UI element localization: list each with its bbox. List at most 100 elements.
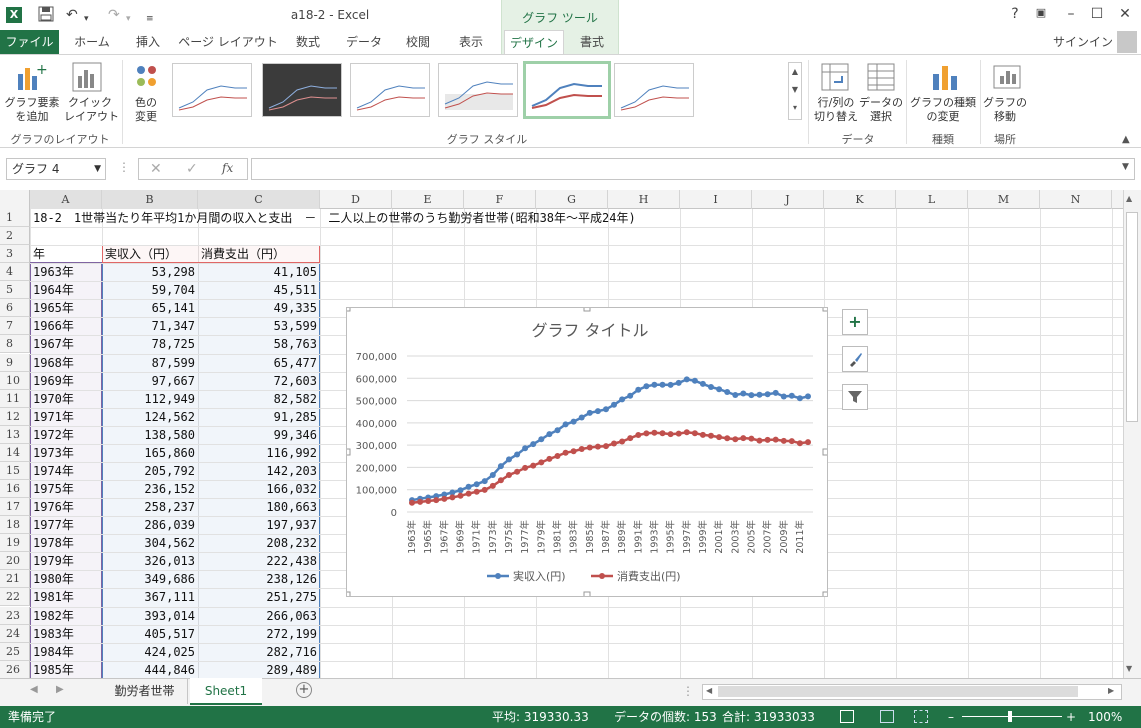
switch-rowcol-button[interactable]: 行/列の 切り替え <box>812 96 860 124</box>
add-sheet-icon[interactable]: + <box>296 682 312 698</box>
cell[interactable]: 59,704 <box>102 281 198 299</box>
cell[interactable]: 1963年 <box>30 263 102 281</box>
formula-input[interactable] <box>251 158 1135 180</box>
row-header[interactable]: 22 <box>0 588 30 607</box>
cell[interactable]: 1973年 <box>30 444 102 462</box>
col-header[interactable]: M <box>968 190 1040 209</box>
zoom-out-icon[interactable]: – <box>948 706 954 728</box>
row-header[interactable]: 3 <box>0 245 30 264</box>
col-header[interactable]: K <box>824 190 896 209</box>
tab-data[interactable]: データ <box>338 30 390 54</box>
col-header[interactable]: C <box>198 190 320 209</box>
col-header[interactable]: D <box>320 190 392 209</box>
undo-dropdown-icon[interactable]: ▾ <box>84 10 89 28</box>
cell[interactable]: 1971年 <box>30 408 102 426</box>
cell[interactable]: 58,763 <box>198 335 320 353</box>
minimize-icon[interactable]: – <box>1058 6 1084 22</box>
cell[interactable]: 165,860 <box>102 444 198 462</box>
quick-layout-button[interactable]: クイック レイアウト <box>64 96 119 124</box>
row-header[interactable]: 18 <box>0 516 30 535</box>
cell[interactable]: 99,346 <box>198 426 320 444</box>
row-header[interactable]: 16 <box>0 480 30 499</box>
page-break-view-icon[interactable] <box>914 710 928 723</box>
cell[interactable]: 71,347 <box>102 317 198 335</box>
chart-filter-icon[interactable] <box>842 384 868 410</box>
select-data-button[interactable]: データの 選択 <box>858 96 904 124</box>
row-header[interactable]: 10 <box>0 371 30 390</box>
chart-style-3[interactable] <box>350 63 430 117</box>
help-icon[interactable]: ? <box>1002 6 1028 22</box>
page-layout-view-icon[interactable] <box>880 710 894 723</box>
cell[interactable]: 91,285 <box>198 408 320 426</box>
col-header[interactable]: E <box>392 190 464 209</box>
cell[interactable]: 304,562 <box>102 534 198 552</box>
chart-elements-plus-icon[interactable]: + <box>842 309 868 335</box>
row-header[interactable]: 13 <box>0 425 30 444</box>
cell[interactable]: 87,599 <box>102 354 198 372</box>
cell[interactable]: 405,517 <box>102 625 198 643</box>
cell[interactable]: 1978年 <box>30 534 102 552</box>
scroll-up-icon[interactable]: ▲ <box>1126 194 1132 203</box>
cell[interactable]: 208,232 <box>198 534 320 552</box>
cell[interactable]: 1985年 <box>30 661 102 679</box>
row-header[interactable]: 5 <box>0 281 30 300</box>
cell[interactable]: 1981年 <box>30 588 102 606</box>
maximize-icon[interactable]: ☐ <box>1084 6 1110 22</box>
cell[interactable]: 138,580 <box>102 426 198 444</box>
cell[interactable]: 1976年 <box>30 498 102 516</box>
cell[interactable]: 1977年 <box>30 516 102 534</box>
cell[interactable]: 112,949 <box>102 390 198 408</box>
cell[interactable]: 1964年 <box>30 281 102 299</box>
chart-style-4[interactable] <box>438 63 518 117</box>
col-header[interactable]: N <box>1040 190 1112 209</box>
row-header[interactable]: 26 <box>0 660 30 679</box>
change-type-button[interactable]: グラフの種類 の変更 <box>910 96 976 124</box>
change-colors-button[interactable]: 色の 変更 <box>124 96 168 124</box>
row-header[interactable]: 1 <box>0 209 30 227</box>
horizontal-scroll-thumb[interactable] <box>718 686 1078 697</box>
normal-view-icon[interactable] <box>840 710 854 723</box>
cell[interactable]: 1972年 <box>30 426 102 444</box>
prev-sheet-icon[interactable]: ◀ <box>30 684 38 695</box>
row-header[interactable]: 24 <box>0 624 30 643</box>
cell[interactable]: 41,105 <box>198 263 320 281</box>
cell[interactable]: 1980年 <box>30 570 102 588</box>
row-header[interactable]: 19 <box>0 534 30 553</box>
title-cell[interactable]: 18-2 1世帯当たり年平均1か月間の収入と支出 － 二人以上の世帯のうち勤労者… <box>30 209 830 227</box>
cell[interactable]: 272,199 <box>198 625 320 643</box>
col-header[interactable]: A <box>30 190 102 209</box>
name-box[interactable]: グラフ 4 ▼ <box>6 158 106 180</box>
cell[interactable]: 166,032 <box>198 480 320 498</box>
chart-style-6[interactable] <box>614 63 694 117</box>
cell[interactable]: 222,438 <box>198 552 320 570</box>
cell[interactable]: 444,846 <box>102 661 198 679</box>
cell[interactable]: 1970年 <box>30 390 102 408</box>
col-header[interactable]: L <box>896 190 968 209</box>
tab-formulas[interactable]: 数式 <box>282 30 334 54</box>
save-icon[interactable] <box>38 6 54 27</box>
col-header[interactable]: J <box>752 190 824 209</box>
next-sheet-icon[interactable]: ▶ <box>56 684 64 695</box>
row-header[interactable]: 6 <box>0 299 30 318</box>
chart-style-1[interactable] <box>172 63 252 117</box>
chart-style-5-selected[interactable] <box>523 61 611 119</box>
zoom-slider[interactable] <box>962 716 1062 717</box>
scroll-right-icon[interactable]: ▶ <box>1108 686 1114 695</box>
enter-icon[interactable]: ✓ <box>186 161 198 177</box>
cell[interactable]: 251,275 <box>198 588 320 606</box>
row-header[interactable]: 7 <box>0 317 30 336</box>
cell[interactable]: 349,686 <box>102 570 198 588</box>
tab-format[interactable]: 書式 <box>566 30 618 54</box>
row-header[interactable]: 21 <box>0 570 30 589</box>
cell[interactable]: 65,141 <box>102 299 198 317</box>
row-header[interactable]: 4 <box>0 263 30 282</box>
cell[interactable]: 1968年 <box>30 354 102 372</box>
row-header[interactable]: 25 <box>0 642 30 661</box>
cell[interactable]: 1979年 <box>30 552 102 570</box>
col-header[interactable]: F <box>464 190 536 209</box>
row-header[interactable]: 17 <box>0 498 30 517</box>
row-header[interactable]: 23 <box>0 606 30 625</box>
row-header[interactable]: 8 <box>0 335 30 354</box>
cell[interactable]: 258,237 <box>102 498 198 516</box>
expand-formula-icon[interactable]: ▼ <box>1122 162 1129 172</box>
